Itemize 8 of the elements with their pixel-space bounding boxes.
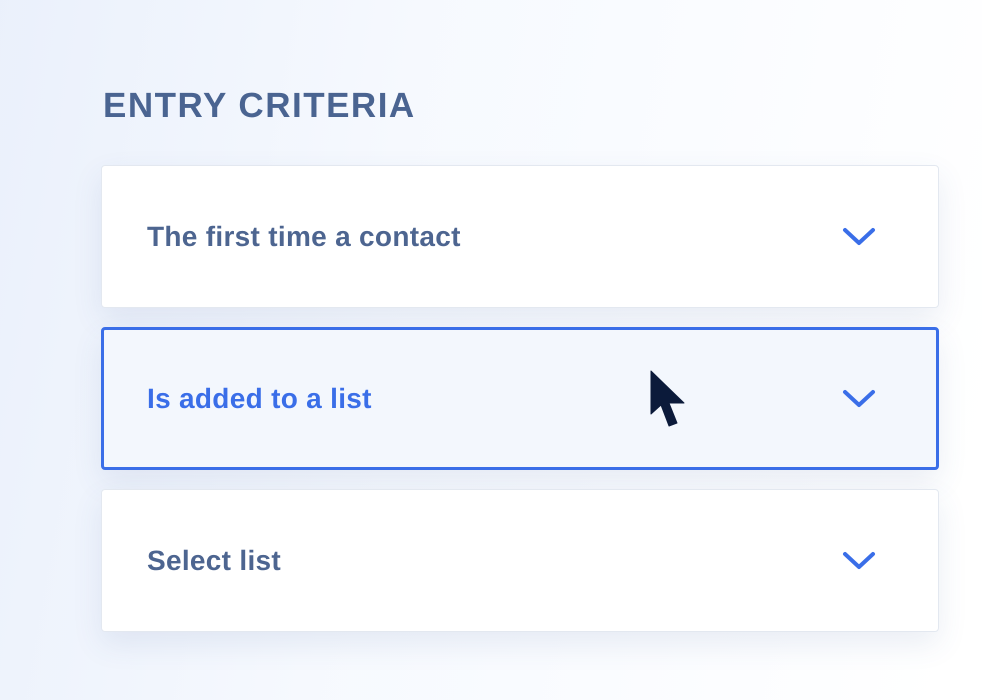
chevron-down-icon — [842, 550, 876, 570]
dropdown[interactable]: The first time a contact — [101, 165, 939, 308]
chevron-down-icon — [842, 388, 876, 408]
chevron-down-icon — [842, 226, 876, 246]
dropdown[interactable]: Is added to a list — [101, 327, 939, 470]
section-title: ENTRY CRITERIA — [103, 86, 416, 126]
cursor-icon — [650, 370, 686, 428]
dropdown[interactable]: Select list — [101, 489, 939, 632]
